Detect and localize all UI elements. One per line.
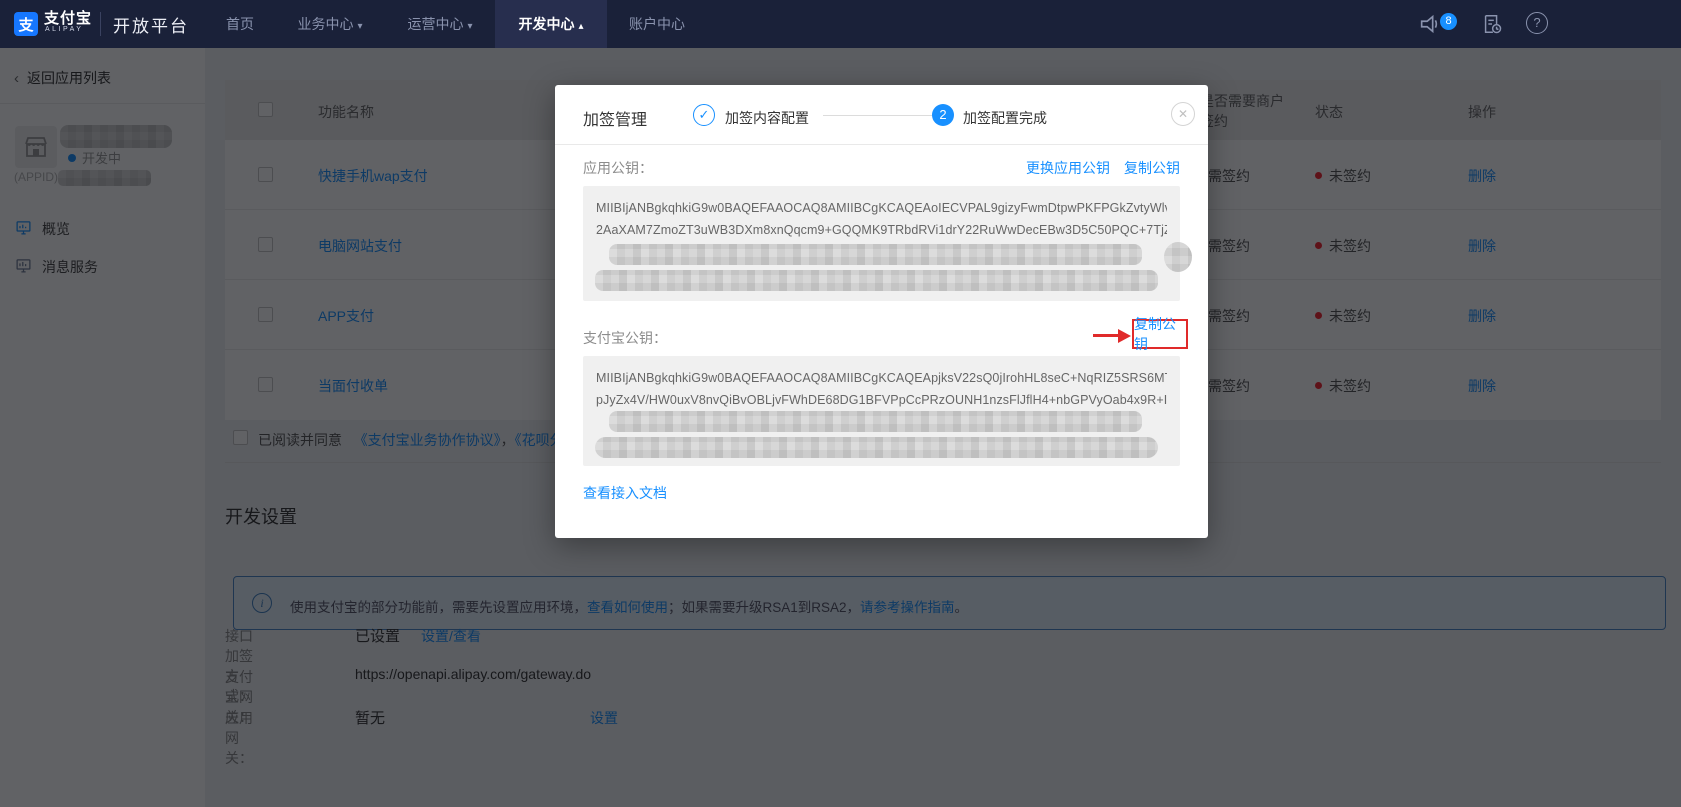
nav-item-dev-center[interactable]: 开发中心 ▴ [495, 0, 607, 48]
close-icon[interactable]: ✕ [1171, 102, 1195, 126]
redacted-key-mosaic-bump [1164, 242, 1192, 272]
replace-app-key-link[interactable]: 更换应用公钥 [1026, 158, 1110, 178]
annotation-highlight-box: 复制公钥 [1132, 316, 1188, 352]
alipay-logo-icon[interactable]: 支 [14, 12, 38, 36]
help-icon[interactable]: ? [1526, 12, 1548, 34]
brand-name-en: ALIPAY [45, 26, 84, 33]
step2-number-icon: 2 [932, 104, 954, 126]
redacted-key-mosaic [609, 244, 1142, 265]
alipay-key-line2: pJyZx4V/HW0uxV8nvQiBvOBLjvFWhDE68DG1BFVP… [596, 393, 1167, 407]
redacted-key-mosaic [609, 411, 1142, 432]
chevron-down-icon: ▾ [467, 21, 473, 32]
alipay-public-key-label: 支付宝公钥： [583, 330, 667, 346]
notification-badge[interactable]: 8 [1440, 13, 1457, 30]
view-integration-doc-link[interactable]: 查看接入文档 [583, 483, 667, 503]
brand-name-cn: 支付宝 [44, 10, 93, 27]
brand-divider [100, 12, 101, 36]
app-public-key-label: 应用公钥： [583, 160, 653, 176]
redacted-key-mosaic [595, 270, 1158, 291]
nav-item-home[interactable]: 首页 [215, 0, 265, 48]
modal-header: 加签管理 ✓ 加签内容配置 2 加签配置完成 ✕ [555, 85, 1208, 145]
annotation-arrow-head [1118, 328, 1131, 343]
app-key-line1: MIIBIjANBgkqhkiG9w0BAQEFAAOCAQ8AMIIBCgKC… [596, 201, 1167, 215]
chevron-down-icon: ▾ [357, 21, 363, 32]
chevron-up-icon: ▴ [578, 21, 584, 32]
step-connector [823, 115, 933, 116]
step2-label: 加签配置完成 [963, 110, 1047, 126]
document-history-icon[interactable] [1481, 13, 1503, 35]
app-key-line2: 2AaXAM7ZmoZT3uWB3DXm8xnQqcm9+GQQMK9TRbdR… [596, 223, 1167, 237]
top-nav: 支 支付宝 ALIPAY 开放平台 首页 业务中心 ▾ 运营中心 ▾ 开发中心 ▴ 账… [0, 0, 1681, 48]
product-name: 开放平台 [113, 17, 189, 36]
announcement-icon[interactable] [1418, 13, 1440, 35]
modal-title: 加签管理 [583, 112, 648, 129]
nav-item-operation-center[interactable]: 运营中心 ▾ [400, 0, 480, 48]
app-public-key-box: MIIBIjANBgkqhkiG9w0BAQEFAAOCAQ8AMIIBCgKC… [583, 186, 1192, 301]
sign-management-modal: 加签管理 ✓ 加签内容配置 2 加签配置完成 ✕ 应用公钥： 更换应用公钥 复制… [555, 85, 1208, 538]
step1-label: 加签内容配置 [725, 110, 809, 126]
copy-alipay-key-link[interactable]: 复制公钥 [1134, 314, 1186, 354]
nav-item-account-center[interactable]: 账户中心 [617, 0, 697, 48]
alipay-key-line1: MIIBIjANBgkqhkiG9w0BAQEFAAOCAQ8AMIIBCgKC… [596, 371, 1167, 385]
alipay-public-key-box: MIIBIjANBgkqhkiG9w0BAQEFAAOCAQ8AMIIBCgKC… [583, 356, 1180, 466]
redacted-key-mosaic [595, 437, 1158, 458]
nav-item-business-center[interactable]: 业务中心 ▾ [290, 0, 370, 48]
step1-check-icon: ✓ [693, 104, 715, 126]
copy-app-key-link[interactable]: 复制公钥 [1124, 158, 1180, 178]
annotation-arrow [1093, 334, 1121, 337]
